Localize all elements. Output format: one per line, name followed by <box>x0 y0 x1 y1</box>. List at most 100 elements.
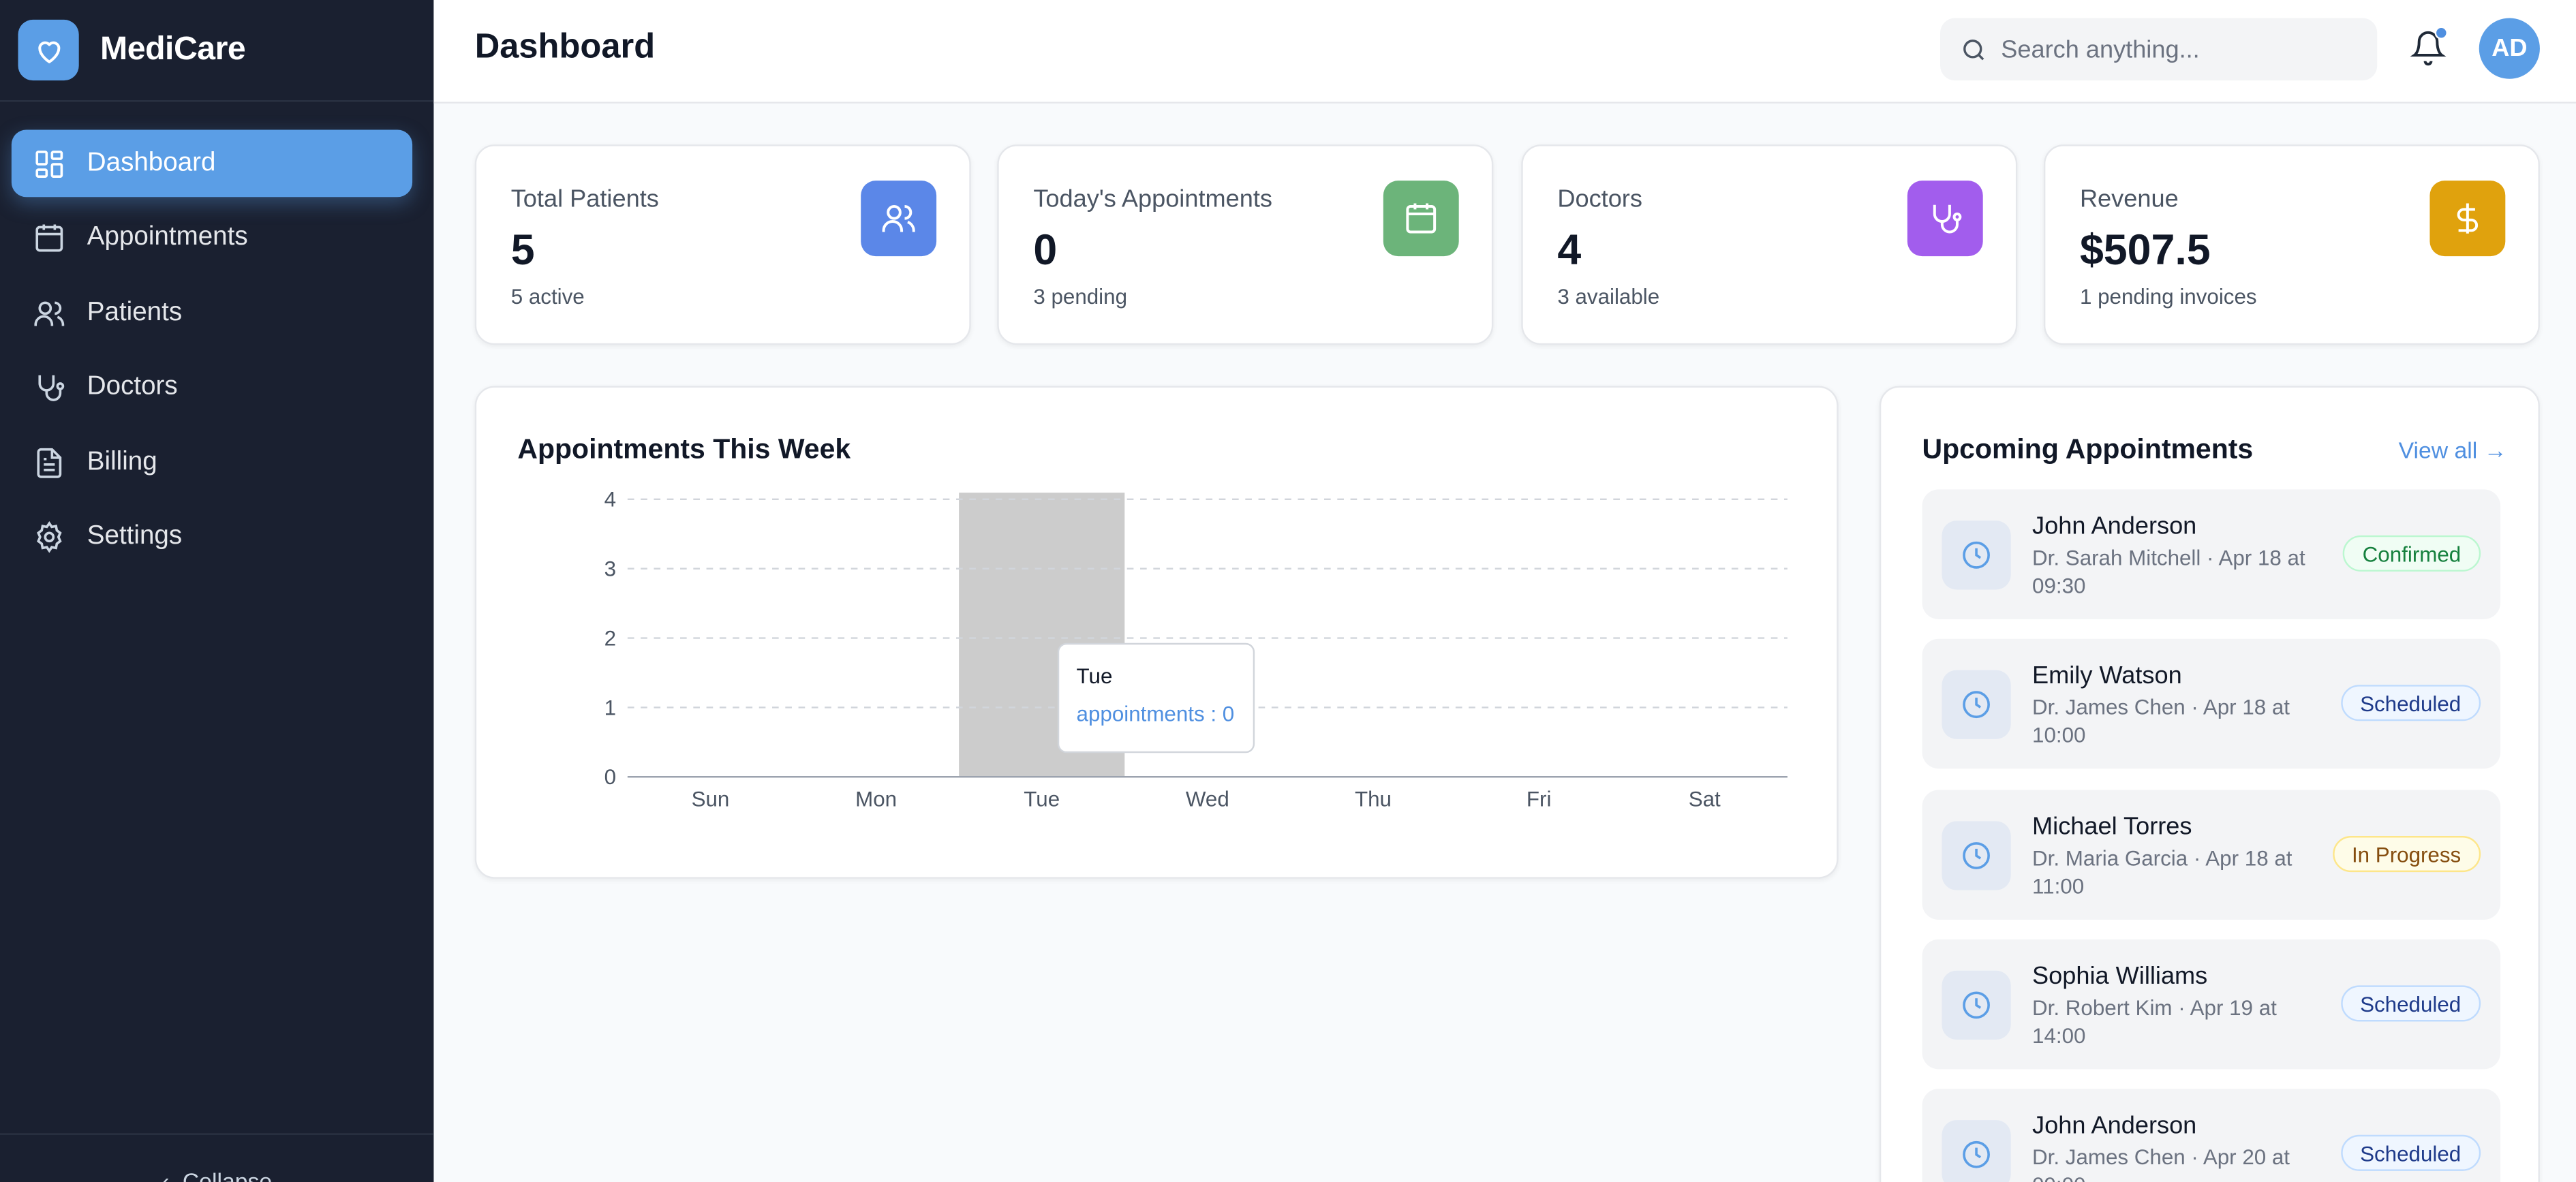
y-tick-label: 0 <box>604 765 616 789</box>
appointment-item[interactable]: John Anderson Dr. Sarah Mitchell · Apr 18… <box>1922 489 2501 619</box>
heart-icon <box>18 19 79 81</box>
gear-icon <box>37 522 62 554</box>
appointment-detail: Dr. James Chen · Apr 18 at 10:00 <box>2032 694 2290 747</box>
x-tick-label: Wed <box>1186 788 1229 811</box>
dashboard-icon <box>35 149 63 177</box>
status-badge: In Progress <box>2332 836 2481 873</box>
stat-card-doctors: Doctors 4 3 available <box>1521 144 2018 345</box>
stat-card-total-patients: Total Patients 5 5 active <box>474 144 971 345</box>
sidebar-item-label: Dashboard <box>87 149 216 177</box>
stat-subtext: 3 available <box>1557 284 1660 309</box>
tooltip-title: Tue <box>1077 664 1113 688</box>
search-box[interactable] <box>1940 18 2378 81</box>
avatar[interactable]: AD <box>2479 18 2540 79</box>
collapse-button[interactable]: ‹ Collapse <box>0 1133 434 1182</box>
clock-icon <box>1942 970 2011 1040</box>
status-badge: Scheduled <box>2340 1134 2481 1171</box>
brand[interactable]: MediCare <box>0 0 434 102</box>
calendar-icon <box>1383 181 1459 257</box>
stat-value: $507.5 <box>2079 225 2211 275</box>
appointment-item[interactable]: John Anderson Dr. James Chen · Apr 20 at … <box>1922 1089 2501 1182</box>
search-icon <box>1963 38 1984 60</box>
chevron-left-icon: ‹ <box>162 1168 170 1182</box>
sidebar-item-label: Patients <box>87 298 183 326</box>
page-title: Dashboard <box>474 27 656 66</box>
search-input[interactable] <box>2001 35 2363 63</box>
status-badge: Confirmed <box>2342 535 2481 572</box>
x-tick-label: Tue <box>1024 788 1060 811</box>
appointment-detail: Dr. Maria Garcia · Apr 18 at 11:00 <box>2032 845 2293 898</box>
sidebar-item-doctors[interactable]: Doctors <box>12 354 412 422</box>
dollar-icon <box>2429 181 2506 257</box>
file-text-icon <box>37 448 62 478</box>
appointment-detail: Dr. Robert Kim · Apr 19 at 14:00 <box>2032 995 2277 1047</box>
sidebar-item-patients[interactable]: Patients <box>12 279 412 347</box>
stat-card-revenue: Revenue $507.5 1 pending invoices <box>2043 144 2540 345</box>
status-badge: Scheduled <box>2340 685 2481 721</box>
clock-icon <box>1942 1120 2011 1182</box>
tooltip-value: appointments : 0 <box>1077 702 1235 726</box>
x-tick-label: Sat <box>1689 788 1721 811</box>
clock-icon <box>1942 670 2011 739</box>
view-all-link[interactable]: View all → <box>2399 437 2507 463</box>
appointment-patient: Emily Watson <box>2032 662 2182 690</box>
notification-dot <box>2434 26 2448 40</box>
users-icon <box>861 181 937 257</box>
appointment-item[interactable]: Michael Torres Dr. Maria Garcia · Apr 18 … <box>1922 790 2501 920</box>
stat-value: 4 <box>1557 225 1582 275</box>
stat-subtext: 5 active <box>510 284 585 309</box>
y-tick-label: 3 <box>604 557 616 581</box>
x-tick-label: Thu <box>1355 788 1392 811</box>
upcoming-appointments-card: Upcoming Appointments View all → John An… <box>1879 386 2540 1182</box>
sidebar-item-appointments[interactable]: Appointments <box>12 204 412 272</box>
top-header: Dashboard AD <box>433 0 2576 104</box>
sidebar: MediCare Dashboard Appointments Patients… <box>0 0 434 1182</box>
appointment-patient: Michael Torres <box>2032 813 2192 841</box>
stat-label: Revenue <box>2079 185 2179 214</box>
sidebar-item-settings[interactable]: Settings <box>12 504 412 572</box>
stat-label: Total Patients <box>510 185 659 214</box>
appointment-patient: John Anderson <box>2032 1112 2197 1140</box>
stat-subtext: 3 pending <box>1033 284 1128 309</box>
y-tick-label: 1 <box>604 696 616 719</box>
stat-value: 0 <box>1033 225 1058 275</box>
appointment-detail: Dr. James Chen · Apr 20 at 09:00 <box>2032 1145 2290 1182</box>
arrow-right-icon: → <box>2483 437 2507 463</box>
chart-tooltip <box>1057 642 1255 753</box>
clock-icon <box>1942 520 2011 590</box>
sidebar-item-label: Settings <box>87 523 183 551</box>
appointments-bar-chart[interactable]: 0 1 2 3 4 Sun Mon Tue Wed Thu Fri Sat Tue appointment… <box>476 388 1840 880</box>
collapse-label: Collapse <box>182 1168 273 1182</box>
x-tick-label: Mon <box>855 788 897 811</box>
appointment-item[interactable]: Emily Watson Dr. James Chen · Apr 18 at 1… <box>1922 638 2501 769</box>
sidebar-item-label: Doctors <box>87 373 178 401</box>
sidebar-nav: Dashboard Appointments Patients Doctors … <box>0 102 433 571</box>
stethoscope-icon <box>1907 181 1983 257</box>
x-tick-label: Fri <box>1527 788 1552 811</box>
view-all-label: View all <box>2398 437 2478 463</box>
appointment-item[interactable]: Sophia Williams Dr. Robert Kim · Apr 19 a… <box>1922 939 2501 1070</box>
appointment-patient: John Anderson <box>2032 512 2197 541</box>
clock-icon <box>1942 821 2011 890</box>
appointment-detail: Dr. Sarah Mitchell · Apr 18 at 09:30 <box>2032 545 2305 597</box>
status-badge: Scheduled <box>2340 985 2481 1022</box>
users-icon <box>34 300 65 326</box>
upcoming-title: Upcoming Appointments <box>1922 433 2254 465</box>
sidebar-item-dashboard[interactable]: Dashboard <box>11 129 413 198</box>
stethoscope-icon <box>38 375 65 402</box>
sidebar-item-label: Billing <box>87 448 157 476</box>
appointment-patient: Sophia Williams <box>2032 962 2208 991</box>
stat-label: Today's Appointments <box>1033 185 1272 214</box>
calendar-icon <box>35 224 63 252</box>
y-tick-label: 4 <box>604 488 616 512</box>
stat-value: 5 <box>510 225 535 275</box>
stat-subtext: 1 pending invoices <box>2079 284 2257 309</box>
sidebar-item-label: Appointments <box>87 223 248 252</box>
stat-label: Doctors <box>1557 185 1642 214</box>
stat-card-todays-appointments: Today's Appointments 0 3 pending <box>997 144 1494 345</box>
y-tick-label: 2 <box>604 626 616 650</box>
brand-name: MediCare <box>100 31 246 67</box>
x-tick-label: Sun <box>692 788 730 811</box>
chart-card: Appointments This Week 0 1 2 3 4 Sun Mon Tue Wed… <box>474 386 1840 880</box>
sidebar-item-billing[interactable]: Billing <box>12 429 412 497</box>
